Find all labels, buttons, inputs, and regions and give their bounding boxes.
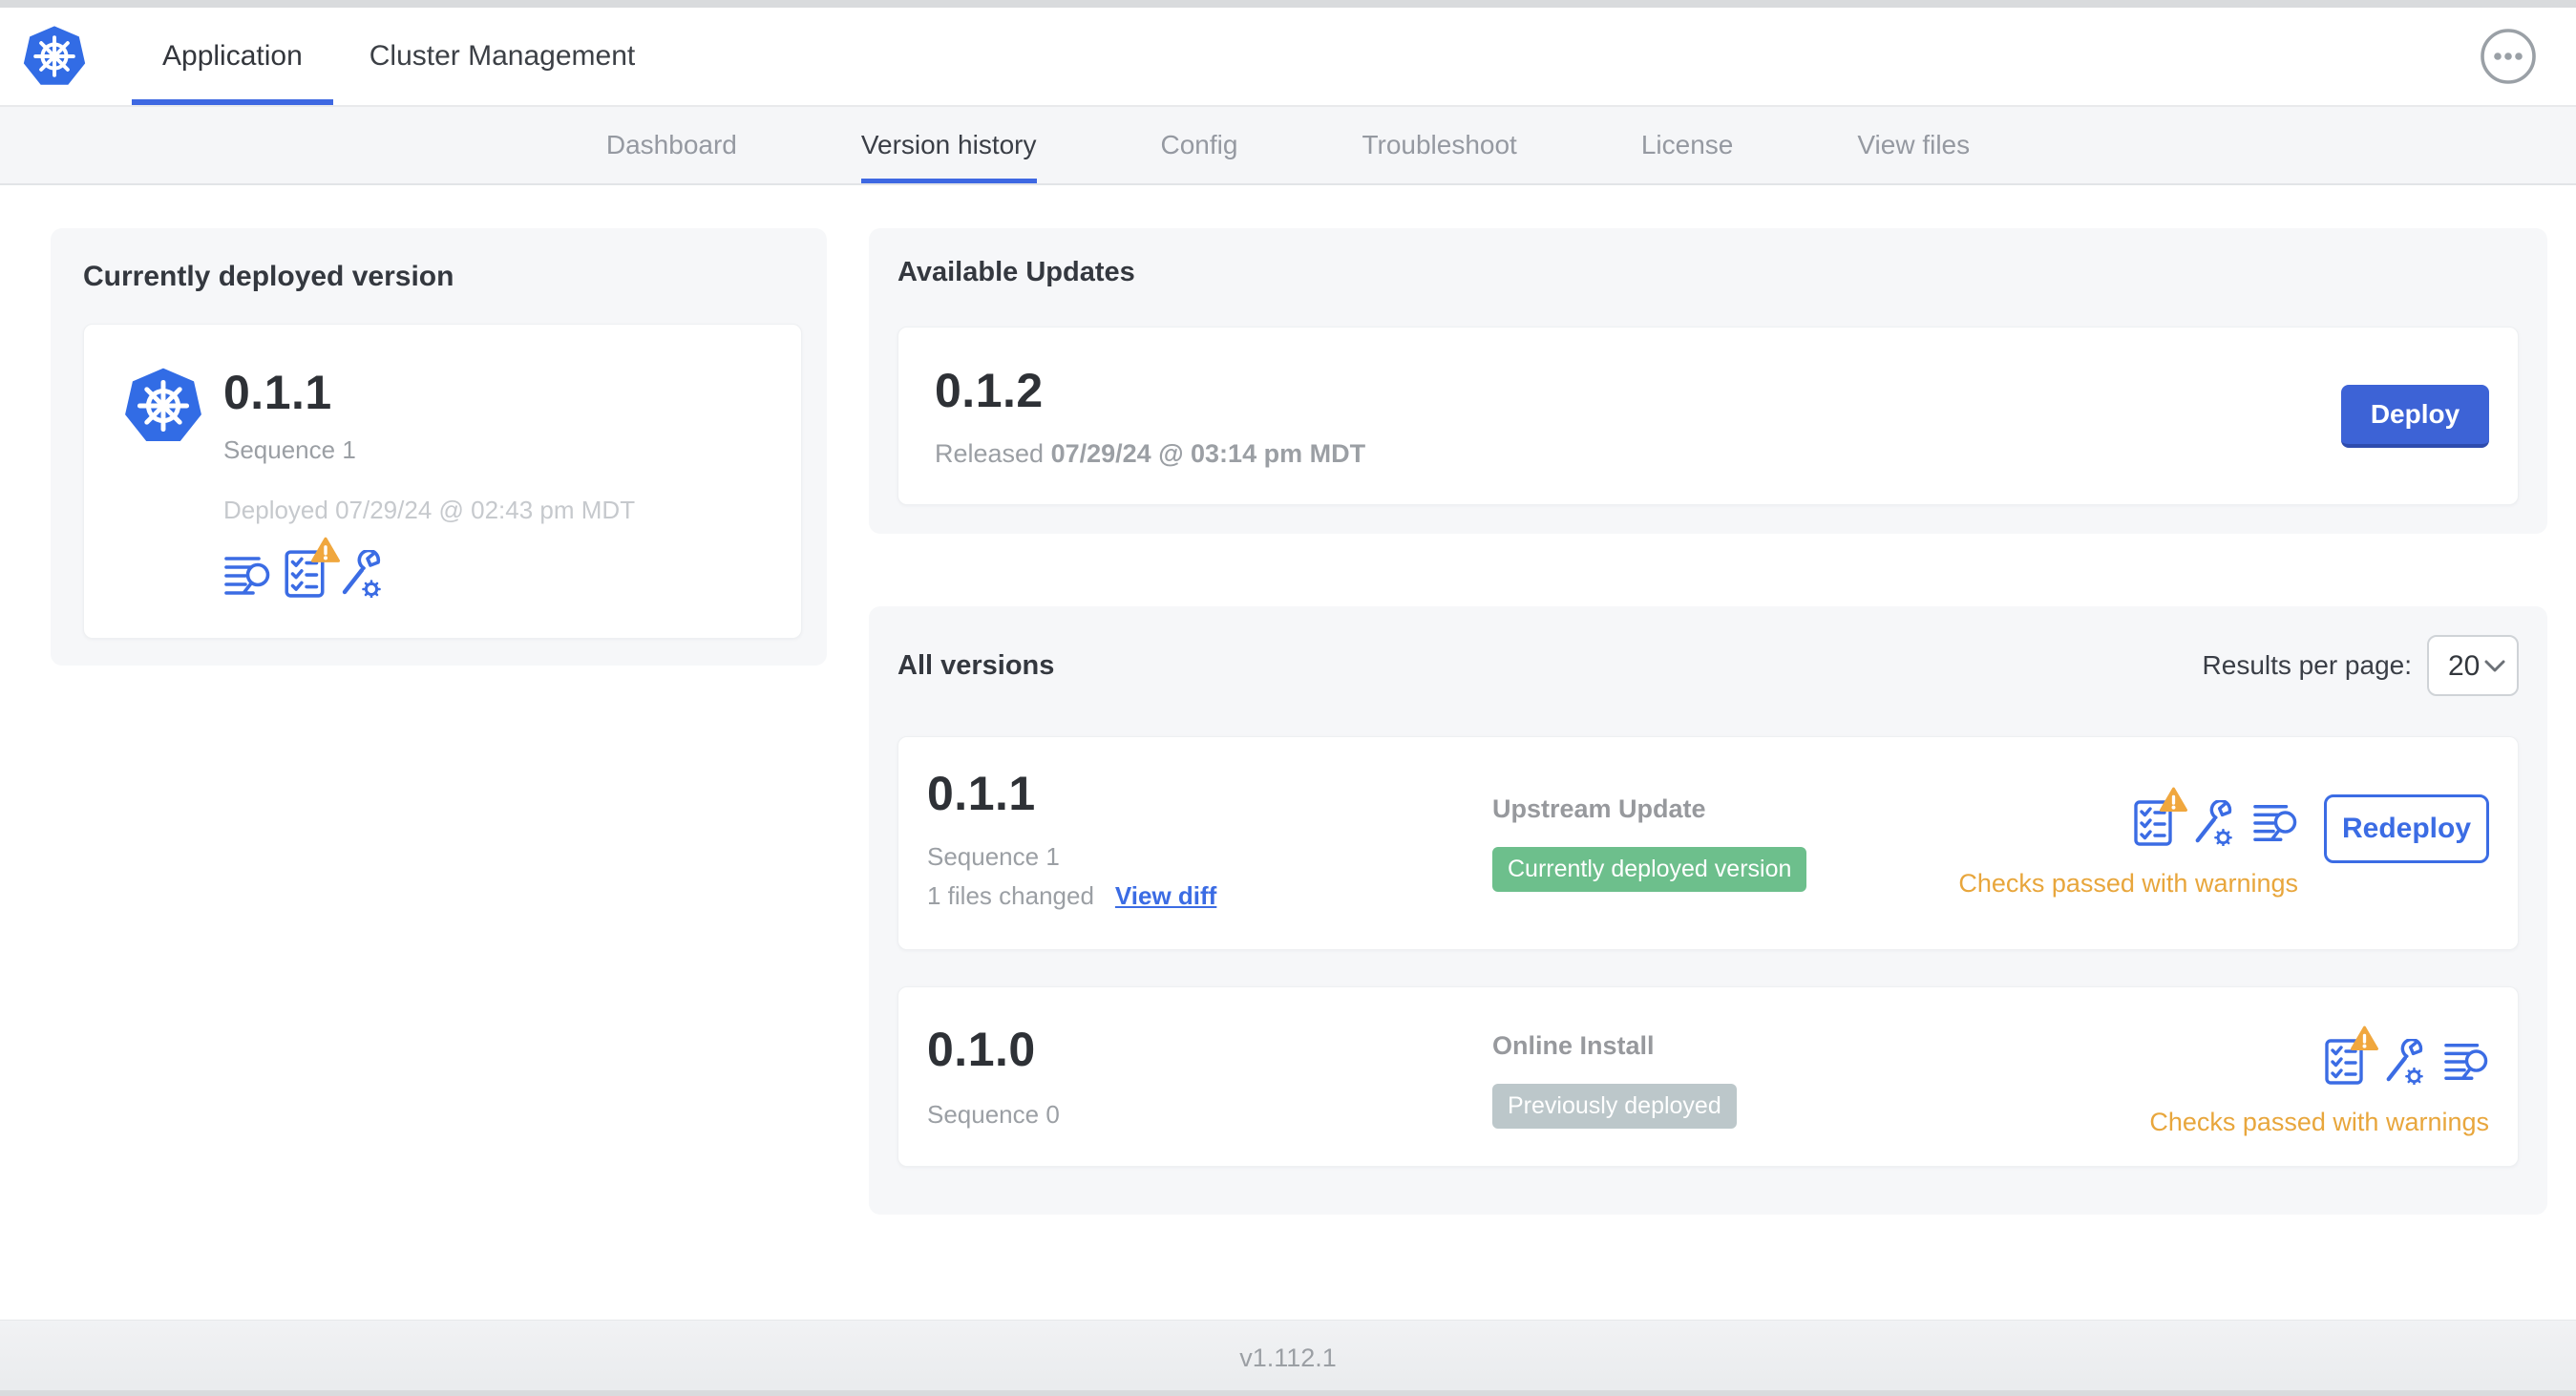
deploy-button[interactable]: Deploy bbox=[2341, 384, 2489, 448]
available-updates-panel: Available Updates 0.1.2 Released 07/29/2… bbox=[869, 228, 2547, 534]
app-footer: v1.112.1 bbox=[0, 1320, 2576, 1396]
version-info-column: 0.1.0 Sequence 0 bbox=[927, 1016, 1492, 1130]
window-bottom-edge bbox=[0, 1390, 2576, 1396]
tab-troubleshoot[interactable]: Troubleshoot bbox=[1362, 107, 1516, 183]
version-row: 0.1.0 Sequence 0 Online Install Previous… bbox=[897, 986, 2519, 1167]
view-logs-button[interactable] bbox=[2443, 1041, 2489, 1083]
deployed-date: Deployed 07/29/24 @ 02:43 pm MDT bbox=[223, 496, 635, 525]
edit-config-button[interactable] bbox=[2382, 1039, 2424, 1085]
app-logo bbox=[23, 8, 86, 105]
version-source-column: Online Install Previously deployed bbox=[1492, 1016, 2149, 1129]
version-icons bbox=[2134, 787, 2298, 846]
view-logs-button[interactable] bbox=[223, 554, 271, 598]
checks-status: Checks passed with warnings bbox=[1958, 869, 2298, 898]
ellipsis-icon bbox=[2481, 29, 2536, 84]
all-versions-header: All versions Results per page: 20 bbox=[897, 635, 2519, 696]
results-per-page-label: Results per page: bbox=[2202, 650, 2412, 680]
tab-config[interactable]: Config bbox=[1161, 107, 1238, 183]
main-content: Currently deployed version 0.1.1 Sequenc… bbox=[0, 185, 2576, 1215]
tab-version-history[interactable]: Version history bbox=[860, 107, 1037, 183]
right-column: Available Updates 0.1.2 Released 07/29/2… bbox=[869, 228, 2547, 1215]
version-info-column: 0.1.1 Sequence 1 1 files changed View di… bbox=[927, 766, 1492, 911]
row-version-number: 0.1.0 bbox=[927, 1023, 1036, 1076]
deployed-version-actions bbox=[223, 537, 635, 598]
available-updates-title: Available Updates bbox=[897, 257, 1135, 287]
version-icons-stack: Checks passed with warnings bbox=[2149, 1026, 2489, 1137]
log-search-icon bbox=[224, 557, 270, 595]
row-sequence: Sequence 0 bbox=[927, 1100, 1060, 1129]
overflow-menu-button[interactable] bbox=[2479, 27, 2538, 86]
preflight-checks-button[interactable] bbox=[2134, 787, 2188, 846]
version-source-column: Upstream Update Currently deployed versi… bbox=[1492, 766, 1958, 892]
log-search-icon bbox=[2253, 805, 2297, 841]
window-top-edge bbox=[0, 0, 2576, 8]
tab-dashboard[interactable]: Dashboard bbox=[606, 107, 737, 183]
warning-triangle-icon bbox=[2350, 1026, 2379, 1051]
warning-triangle-icon bbox=[310, 537, 341, 562]
available-update-info: 0.1.2 Released 07/29/24 @ 03:14 pm MDT bbox=[935, 363, 1365, 469]
tab-view-files[interactable]: View files bbox=[1857, 107, 1970, 183]
results-per-page-select-wrap: 20 bbox=[2427, 635, 2519, 696]
tab-license[interactable]: License bbox=[1641, 107, 1734, 183]
deployed-date-value: 07/29/24 @ 02:43 pm MDT bbox=[335, 496, 636, 524]
currently-deployed-title: Currently deployed version bbox=[83, 261, 454, 292]
row-version-number: 0.1.1 bbox=[927, 767, 1036, 820]
edit-config-button[interactable] bbox=[338, 550, 382, 598]
files-changed: 1 files changed bbox=[927, 881, 1094, 910]
version-icons-stack: Checks passed with warnings bbox=[1958, 787, 2298, 899]
status-badge: Previously deployed bbox=[1492, 1084, 1737, 1129]
wrench-gear-icon bbox=[338, 550, 382, 598]
edit-config-button[interactable] bbox=[2191, 800, 2233, 846]
update-version-number: 0.1.2 bbox=[935, 364, 1044, 417]
app-subnav: Dashboard Version history Config Trouble… bbox=[0, 107, 2576, 185]
kubernetes-logo-icon bbox=[124, 365, 202, 447]
version-row: 0.1.1 Sequence 1 1 files changed View di… bbox=[897, 736, 2519, 950]
view-logs-button[interactable] bbox=[2252, 802, 2298, 844]
redeploy-button[interactable]: Redeploy bbox=[2324, 794, 2489, 863]
preflight-checks-button[interactable] bbox=[285, 537, 341, 598]
tab-application[interactable]: Application bbox=[132, 8, 333, 105]
results-per-page: Results per page: 20 bbox=[2203, 635, 2519, 696]
files-changed-line: 1 files changed View diff bbox=[927, 881, 1492, 911]
header-spacer bbox=[671, 8, 2479, 105]
update-released-date: Released 07/29/24 @ 03:14 pm MDT bbox=[935, 439, 1365, 469]
row-sequence: Sequence 1 bbox=[927, 842, 1060, 871]
deployed-version-number: 0.1.1 bbox=[223, 366, 332, 419]
view-diff-link[interactable]: View diff bbox=[1115, 881, 1216, 911]
currently-deployed-panel: Currently deployed version 0.1.1 Sequenc… bbox=[51, 228, 827, 666]
wrench-gear-icon bbox=[2382, 1039, 2424, 1085]
version-source: Upstream Update bbox=[1492, 794, 1706, 823]
deployed-date-prefix: Deployed bbox=[223, 496, 336, 524]
preflight-checks-button[interactable] bbox=[2325, 1026, 2379, 1085]
deployed-version-card: 0.1.1 Sequence 1 Deployed 07/29/24 @ 02:… bbox=[83, 324, 802, 639]
version-source: Online Install bbox=[1492, 1031, 1655, 1060]
checks-status: Checks passed with warnings bbox=[2149, 1108, 2489, 1136]
deployed-version-info: 0.1.1 Sequence 1 Deployed 07/29/24 @ 02:… bbox=[223, 365, 635, 598]
log-search-icon bbox=[2444, 1044, 2488, 1080]
version-actions-column: Checks passed with warnings Redeploy bbox=[1958, 787, 2489, 899]
kubernetes-logo-icon bbox=[23, 24, 86, 87]
app-icon bbox=[124, 365, 202, 452]
wrench-gear-icon bbox=[2191, 800, 2233, 846]
version-icons bbox=[2325, 1026, 2489, 1085]
console-version: v1.112.1 bbox=[1239, 1343, 1337, 1372]
status-badge: Currently deployed version bbox=[1492, 847, 1807, 892]
header-tabs: Application Cluster Management bbox=[132, 8, 671, 105]
version-actions-column: Checks passed with warnings bbox=[2149, 1026, 2489, 1137]
all-versions-title: All versions bbox=[897, 649, 1055, 681]
all-versions-panel: All versions Results per page: 20 0.1.1 … bbox=[869, 606, 2547, 1215]
released-prefix: Released bbox=[935, 439, 1051, 468]
results-per-page-select[interactable]: 20 bbox=[2427, 635, 2519, 696]
released-value: 07/29/24 @ 03:14 pm MDT bbox=[1050, 439, 1366, 468]
deployed-sequence: Sequence 1 bbox=[223, 435, 356, 464]
tab-cluster-management[interactable]: Cluster Management bbox=[339, 8, 665, 105]
warning-triangle-icon bbox=[2159, 787, 2188, 813]
app-header: Application Cluster Management bbox=[0, 8, 2576, 107]
available-update-card: 0.1.2 Released 07/29/24 @ 03:14 pm MDT D… bbox=[897, 327, 2519, 505]
